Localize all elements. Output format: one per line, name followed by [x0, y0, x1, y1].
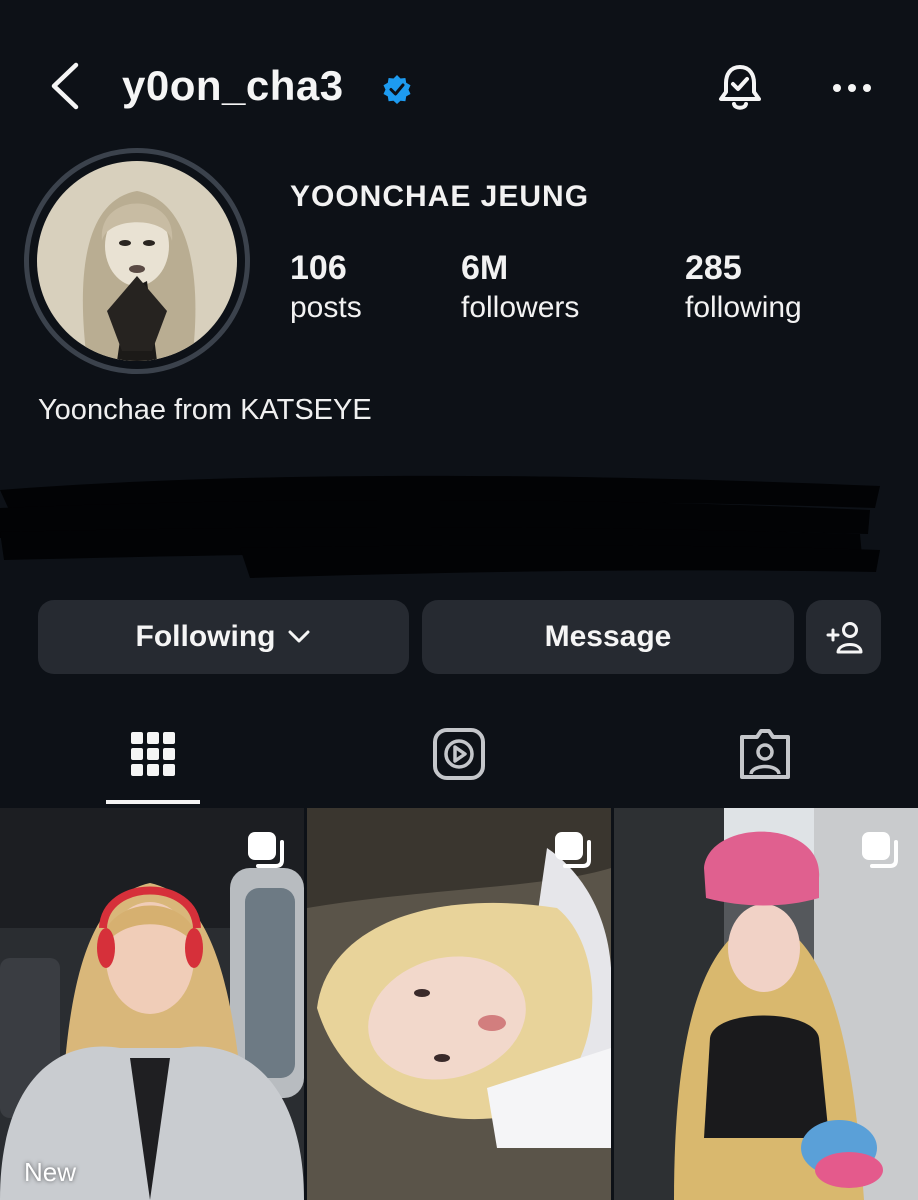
redaction-scribble	[0, 475, 880, 578]
chevron-left-icon	[51, 62, 79, 110]
profile-username: y0on_cha3	[122, 62, 344, 109]
stat-followers[interactable]: 6M followers	[461, 248, 579, 328]
stat-posts-count: 106	[290, 249, 347, 287]
stat-posts[interactable]: 106 posts	[290, 248, 362, 328]
stat-posts-label: posts	[290, 291, 362, 324]
profile-full-name: YOONCHAE JEUNG	[290, 180, 590, 213]
new-post-badge: New	[24, 1157, 77, 1187]
reels-icon	[433, 728, 485, 780]
profile-header: y0on_cha3	[0, 40, 918, 130]
carousel-icon	[248, 832, 284, 868]
tab-posts-grid[interactable]	[123, 724, 183, 784]
bell-check-icon	[719, 65, 761, 110]
post-thumbnail[interactable]	[614, 808, 918, 1200]
verified-badge-icon	[383, 75, 411, 104]
post-thumbnail[interactable]: New	[0, 808, 304, 1200]
post-thumbnail[interactable]	[307, 808, 611, 1200]
tab-tagged[interactable]	[735, 724, 795, 784]
more-horizontal-icon	[833, 84, 871, 92]
following-button[interactable]: Following	[38, 600, 409, 674]
message-button[interactable]: Message	[422, 600, 794, 674]
carousel-icon	[862, 832, 898, 868]
chevron-down-icon	[288, 630, 310, 643]
more-options-button[interactable]	[826, 62, 878, 114]
avatar-photo	[37, 161, 237, 361]
tab-selected-indicator	[106, 800, 200, 804]
following-button-label: Following	[135, 620, 276, 653]
avatar[interactable]	[37, 161, 237, 361]
tab-reels[interactable]	[429, 724, 489, 784]
add-user-icon	[826, 622, 862, 654]
stat-following-label: following	[685, 291, 802, 324]
profile-bio: Yoonchae from KATSEYE	[38, 394, 372, 426]
tagged-icon	[740, 729, 790, 779]
back-button[interactable]	[40, 58, 90, 114]
stat-followers-label: followers	[461, 291, 580, 324]
avatar-ring[interactable]	[24, 148, 250, 374]
stat-followers-count: 6M	[461, 249, 509, 287]
message-button-label: Message	[544, 620, 672, 653]
suggest-people-button[interactable]	[806, 600, 881, 674]
notifications-button[interactable]	[712, 60, 768, 116]
carousel-icon	[555, 832, 591, 868]
grid-icon	[131, 732, 175, 776]
stat-following[interactable]: 285 following	[685, 248, 802, 328]
stat-following-count: 285	[685, 249, 742, 287]
